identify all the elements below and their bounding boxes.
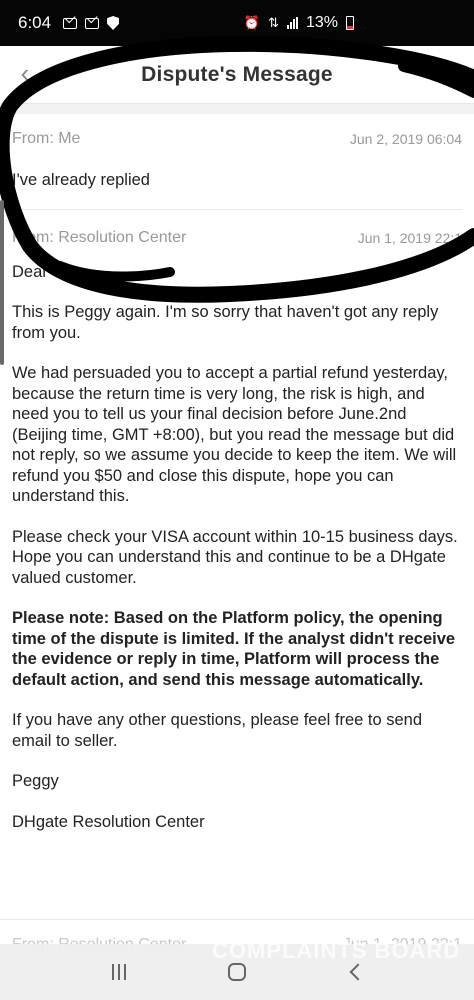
message-body: I've already replied <box>12 158 462 209</box>
vibrate-icon: ⇅ <box>268 15 279 30</box>
message-sender: From: Resolution Center <box>12 228 187 246</box>
message-paragraph: Please check your VISA account within 10… <box>12 527 458 587</box>
message-item[interactable]: From: Me Jun 2, 2019 06:04 I've already … <box>0 114 474 209</box>
message-item[interactable]: From: Resolution Center Jun 1, 2019 22:1… <box>0 210 474 833</box>
signal-icon <box>286 17 298 29</box>
mail-icon <box>63 17 78 29</box>
status-left: 6:04 <box>18 13 120 33</box>
watermark: COMPLAINTS BOARD <box>212 938 461 963</box>
message-date: Jun 1, 2019 22:1 <box>357 229 462 246</box>
battery-percent: 13% <box>305 14 338 31</box>
message-paragraph: We had persuaded you to accept a partial… <box>12 364 457 505</box>
status-bar: 6:04 ⏰ ⇅ 13% <box>0 0 474 46</box>
back-button[interactable]: ‹ <box>10 58 40 88</box>
recents-icon <box>112 964 126 980</box>
signature-name: Peggy <box>12 772 59 790</box>
message-header: From: Me Jun 2, 2019 06:04 <box>12 114 462 158</box>
back-icon <box>349 963 367 981</box>
scroll-indicator[interactable] <box>0 200 4 365</box>
status-time: 6:04 <box>18 13 52 32</box>
message-list[interactable]: From: Me Jun 2, 2019 06:04 I've already … <box>0 104 474 852</box>
message-paragraph: If you have any other questions, please … <box>12 711 423 750</box>
message-body: Dear This is Peggy again. I'm so sorry t… <box>12 256 462 833</box>
recents-button[interactable] <box>99 952 139 992</box>
section-gap <box>0 104 474 114</box>
chevron-left-icon: ‹ <box>20 58 30 88</box>
status-right: ⏰ ⇅ 13% <box>244 0 354 46</box>
message-sender: From: Me <box>12 130 81 147</box>
battery-icon <box>346 16 354 30</box>
message-date: Jun 2, 2019 06:04 <box>349 131 462 147</box>
policy-note: Please note: Based on the Platform polic… <box>12 609 456 689</box>
divider <box>0 919 474 920</box>
alarm-icon: ⏰ <box>243 15 261 30</box>
message-text: I've already replied <box>12 171 150 189</box>
page-title: Dispute's Message <box>141 62 333 86</box>
app-header: ‹ Dispute's Message <box>0 46 474 104</box>
shield-icon <box>107 16 120 30</box>
home-icon <box>228 963 246 981</box>
message-header: From: Resolution Center Jun 1, 2019 22:1 <box>12 210 462 256</box>
mail-icon <box>85 17 100 29</box>
message-greeting: Dear <box>12 262 48 281</box>
message-paragraph: This is Peggy again. I'm so sorry that h… <box>12 303 439 342</box>
signature-org: DHgate Resolution Center <box>12 812 205 831</box>
